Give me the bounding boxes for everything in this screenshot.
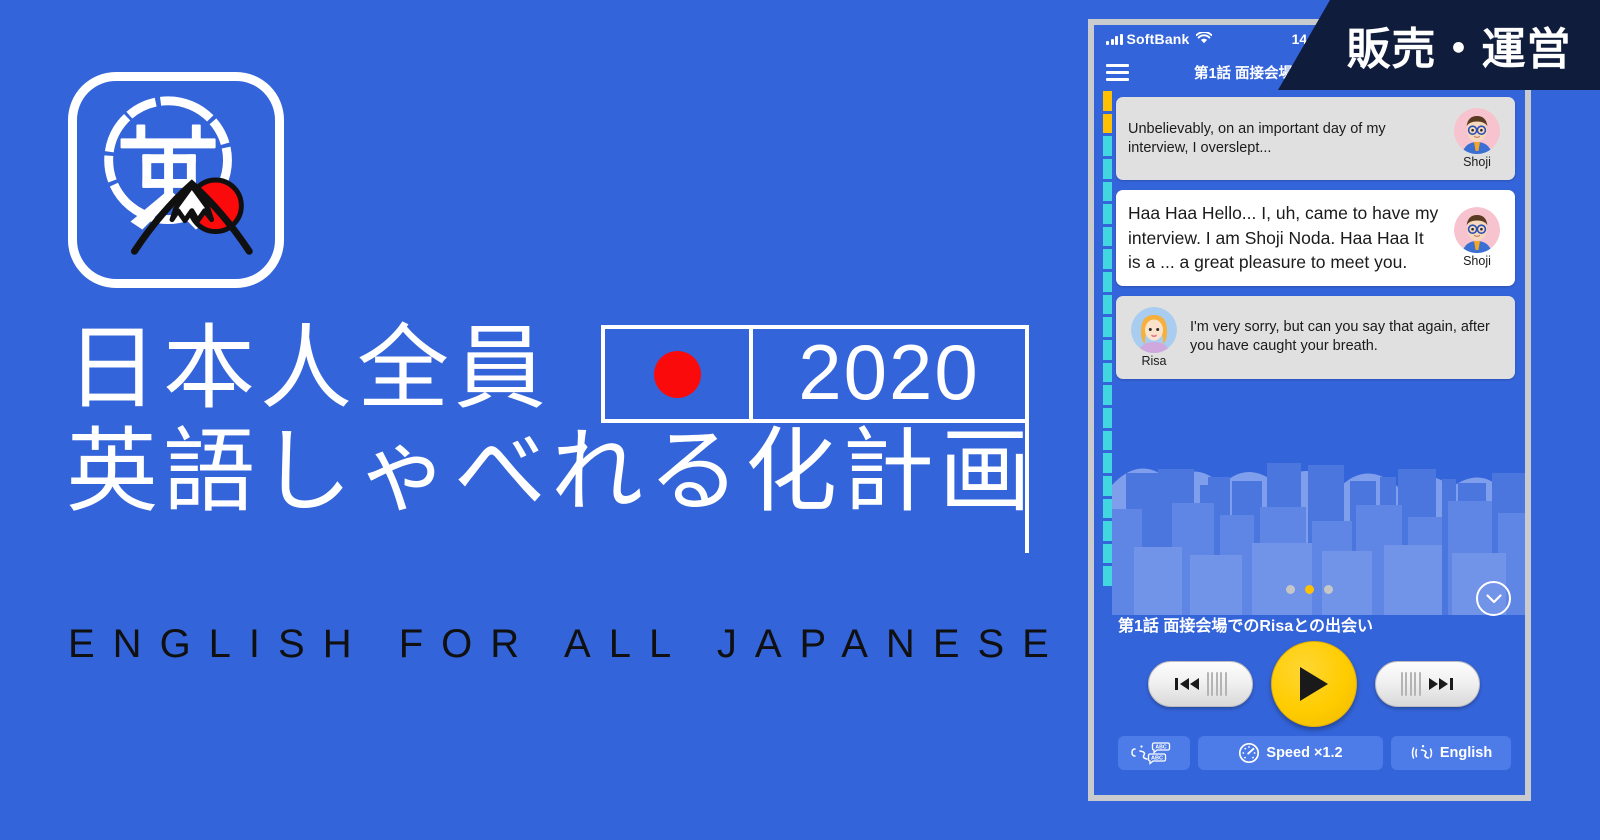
speedometer-icon	[1239, 742, 1260, 764]
phone-screen: SoftBank 14:48 第1話 面接会場でのRisaとの出会い A	[1094, 25, 1525, 795]
avatar-risa	[1131, 306, 1177, 353]
headline-line-1: 日本人全員	[66, 318, 552, 420]
year-label: 2020	[798, 328, 980, 416]
wifi-icon	[1195, 31, 1212, 47]
chat-text: I'm very sorry, but can you say that aga…	[1190, 319, 1490, 354]
app-logo	[68, 72, 284, 288]
avatar-shoji	[1454, 108, 1500, 154]
pager-dots[interactable]	[1094, 585, 1525, 594]
play-icon	[1299, 667, 1328, 701]
corner-banner-label: 販売・運営	[1346, 25, 1572, 74]
app-logo-english-fuji-icon	[104, 96, 253, 255]
language-button[interactable]: English	[1391, 736, 1511, 770]
chat-speaker: Risa	[1128, 306, 1180, 368]
japan-flag-icon	[605, 329, 753, 419]
phone-mockup: SoftBank 14:48 第1話 面接会場でのRisaとの出会い A	[1088, 19, 1531, 801]
badge-vertical-rule	[1025, 423, 1029, 553]
episode-title: 第1話 面接会場でのRisaとの出会い	[1118, 618, 1373, 635]
promo-banner-canvas: 日本人全員 英語しゃべれる化計画 2020 ENGLISH FOR ALL JA…	[0, 0, 1600, 840]
language-label: English	[1439, 745, 1493, 761]
button-grip	[1400, 672, 1421, 696]
signal-bars-icon	[1106, 33, 1123, 45]
flag-red-circle	[653, 350, 701, 398]
speaker-name: Risa	[1141, 353, 1167, 368]
chat-bubble[interactable]: Unbelievably, on an important day of my …	[1116, 97, 1515, 180]
transport-controls	[1116, 636, 1525, 732]
skip-previous-icon	[1174, 678, 1199, 690]
audio-player: 第1話 面接会場でのRisaとの出会い ABC ABC Speed ×1.2 E…	[1094, 600, 1525, 795]
speed-label: Speed ×1.2	[1266, 745, 1343, 761]
chat-text: Haa Haa Hello... I, uh, came to have my …	[1128, 203, 1439, 272]
pager-dot-active[interactable]	[1305, 585, 1314, 594]
skip-previous-button[interactable]	[1147, 661, 1253, 707]
year-badge: 2020	[601, 325, 1029, 423]
subtitle-toggle-button[interactable]: ABC ABC	[1118, 736, 1190, 770]
skip-next-button[interactable]	[1374, 661, 1480, 707]
skip-next-icon	[1428, 678, 1453, 690]
play-button[interactable]	[1270, 641, 1357, 727]
player-toolbar: ABC ABC Speed ×1.2 English	[1116, 732, 1525, 770]
avatar-shoji	[1454, 207, 1500, 254]
pager-dot[interactable]	[1324, 585, 1333, 594]
carrier-label: SoftBank	[1126, 31, 1190, 47]
headline-line-2: 英語しゃべれる化計画	[66, 421, 1037, 523]
svg-text:ABC: ABC	[1155, 745, 1166, 751]
hamburger-menu-icon[interactable]	[1106, 63, 1129, 81]
speaker-name: Shoji	[1463, 155, 1491, 169]
left-panel: 日本人全員 英語しゃべれる化計画 2020 ENGLISH FOR ALL JA…	[0, 0, 1080, 840]
speed-button[interactable]: Speed ×1.2	[1198, 736, 1383, 770]
subtitle-abc-icon: ABC ABC	[1131, 742, 1171, 765]
chat-bubble[interactable]: Haa Haa Hello... I, uh, came to have my …	[1116, 190, 1515, 286]
speaking-voice-icon	[1411, 745, 1433, 759]
subtitle: ENGLISH FOR ALL JAPANESE	[68, 622, 1067, 666]
chat-speaker: Shoji	[1451, 108, 1503, 169]
corner-banner: 販売・運営	[1278, 0, 1600, 90]
lesson-progress-rail[interactable]	[1103, 91, 1112, 586]
chat-speaker: Shoji	[1451, 207, 1503, 268]
chat-bubble[interactable]: Risa I'm very sorry, but can you say tha…	[1116, 295, 1515, 379]
chat-text: Unbelievably, on an important day of my …	[1128, 120, 1386, 156]
button-grip	[1206, 672, 1227, 696]
pager-dot[interactable]	[1286, 585, 1295, 594]
speaker-name: Shoji	[1463, 254, 1491, 269]
svg-text:ABC: ABC	[1151, 756, 1163, 762]
